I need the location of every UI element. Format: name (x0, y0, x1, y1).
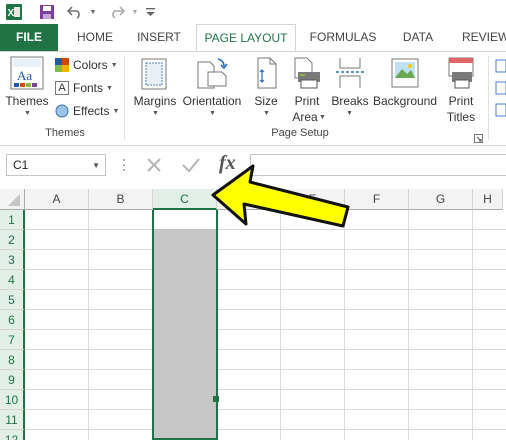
breaks-icon[interactable] (336, 56, 364, 90)
tab-file[interactable]: FILE (0, 24, 58, 51)
tab-formulas[interactable]: FORMULAS (302, 24, 384, 51)
name-box[interactable]: C1 ▼ (6, 154, 106, 176)
effects-label: Effects (73, 104, 110, 118)
redo-icon[interactable] (106, 2, 128, 22)
name-box-value: C1 (13, 158, 29, 172)
customize-qat-icon[interactable] (144, 2, 156, 22)
print-titles-icon[interactable] (446, 56, 476, 90)
undo-icon[interactable] (64, 2, 86, 22)
group-separator (488, 56, 489, 140)
enter-icon[interactable] (181, 156, 201, 179)
orientation-icon[interactable] (196, 56, 228, 90)
row-header-6[interactable]: 6 (0, 310, 25, 330)
select-all-button[interactable] (0, 189, 25, 210)
background-button[interactable]: Background (370, 94, 440, 108)
row-header-4[interactable]: 4 (0, 270, 25, 290)
row-header-7[interactable]: 7 (0, 330, 25, 350)
breaks-button[interactable]: Breaks (330, 94, 370, 108)
print-titles-label-1[interactable]: Print (443, 94, 479, 108)
effects-button[interactable]: Effects ▼ (55, 104, 119, 118)
row-header-12[interactable]: 12 (0, 430, 25, 440)
row-header-5[interactable]: 5 (0, 290, 25, 310)
formula-bar: C1 ▼ fx (0, 146, 506, 184)
undo-dropdown-icon[interactable]: ▼ (88, 2, 98, 22)
excel-window: X ▼ ▼ FILE HOME INSERT PAGE LAYOUT FORMU… (0, 0, 506, 440)
fonts-dropdown-icon: ▼ (106, 84, 113, 92)
fonts-icon: A (55, 81, 69, 95)
themes-dropdown-icon[interactable]: ▼ (24, 110, 31, 117)
column-header-g[interactable]: G (409, 189, 473, 210)
cell-area[interactable] (25, 210, 506, 440)
margins-icon[interactable] (140, 58, 168, 90)
colors-label: Colors (73, 58, 108, 72)
column-header-e[interactable]: E (281, 189, 345, 210)
themes-icon[interactable]: Aa (10, 56, 44, 90)
selected-column-border (152, 210, 218, 440)
print-area-label-1[interactable]: Print (289, 94, 325, 108)
margins-button[interactable]: Margins (132, 94, 178, 108)
breaks-dropdown-icon[interactable]: ▼ (346, 110, 353, 117)
effects-icon (55, 104, 69, 118)
svg-text:X: X (8, 8, 15, 19)
tab-review[interactable]: REVIEW (454, 24, 506, 51)
row-header-10[interactable]: 10 (0, 390, 25, 410)
column-header-a[interactable]: A (25, 189, 89, 210)
size-icon[interactable] (255, 56, 279, 90)
formula-buttons: fx (137, 152, 247, 179)
row-header-9[interactable]: 9 (0, 370, 25, 390)
tab-home[interactable]: HOME (66, 24, 124, 51)
redo-dropdown-icon[interactable]: ▼ (130, 2, 140, 22)
size-button[interactable]: Size (250, 94, 282, 108)
column-header-c[interactable]: C (153, 189, 217, 210)
effects-dropdown-icon: ▼ (112, 107, 120, 115)
colors-icon (55, 58, 69, 72)
tab-data[interactable]: DATA (390, 24, 446, 51)
worksheet-grid[interactable]: ABCDEFGH 1 2 3 4 5 6 7 8 9 10 11 12 (0, 189, 506, 440)
print-titles-label-2[interactable]: Titles (441, 110, 481, 124)
orientation-dropdown-icon[interactable]: ▼ (209, 110, 216, 117)
column-header-h[interactable]: H (473, 189, 503, 210)
print-area-dropdown-icon[interactable]: ▼ (319, 114, 326, 121)
row-header-2[interactable]: 2 (0, 230, 25, 250)
tab-insert[interactable]: INSERT (128, 24, 190, 51)
scale-to-fit-icons[interactable] (494, 58, 506, 118)
column-header-f[interactable]: F (345, 189, 409, 210)
insert-function-icon[interactable]: fx (219, 152, 236, 175)
print-area-icon[interactable] (292, 56, 322, 90)
excel-logo-icon[interactable]: X (4, 2, 24, 22)
margins-dropdown-icon[interactable]: ▼ (152, 110, 159, 117)
cancel-icon[interactable] (145, 156, 163, 179)
tab-page-layout[interactable]: PAGE LAYOUT (196, 24, 296, 52)
themes-icon-text: Aa (17, 68, 32, 83)
page-setup-launcher-icon[interactable] (474, 130, 483, 143)
colors-dropdown-icon: ▼ (110, 61, 118, 69)
formula-bar-grip-icon[interactable] (122, 156, 126, 174)
column-header-d[interactable]: D (217, 189, 281, 210)
group-separator (124, 56, 125, 140)
row-header-11[interactable]: 11 (0, 410, 25, 430)
row-header-3[interactable]: 3 (0, 250, 25, 270)
size-dropdown-icon[interactable]: ▼ (263, 110, 270, 117)
fill-handle[interactable] (213, 396, 219, 402)
background-icon[interactable] (390, 56, 420, 90)
ribbon-page-layout: Aa Themes ▼ Colors ▼ A Fonts ▼ Effects ▼… (0, 51, 506, 146)
fonts-button[interactable]: A Fonts ▼ (55, 81, 113, 95)
themes-button[interactable]: Themes (5, 94, 49, 108)
page-setup-group-label: Page Setup (271, 127, 329, 139)
colors-button[interactable]: Colors ▼ (55, 58, 118, 72)
save-icon[interactable] (36, 2, 58, 22)
row-header-8[interactable]: 8 (0, 350, 25, 370)
themes-group-label: Themes (45, 127, 85, 139)
quick-access-toolbar: X ▼ ▼ (0, 0, 506, 24)
row-header-1[interactable]: 1 (0, 210, 25, 230)
name-box-dropdown-icon[interactable]: ▼ (92, 161, 100, 170)
formula-input[interactable] (250, 154, 506, 176)
orientation-button[interactable]: Orientation (180, 94, 244, 108)
column-header-b[interactable]: B (89, 189, 153, 210)
ribbon-tabs: FILE HOME INSERT PAGE LAYOUT FORMULAS DA… (0, 24, 506, 52)
fonts-label: Fonts (73, 81, 104, 95)
